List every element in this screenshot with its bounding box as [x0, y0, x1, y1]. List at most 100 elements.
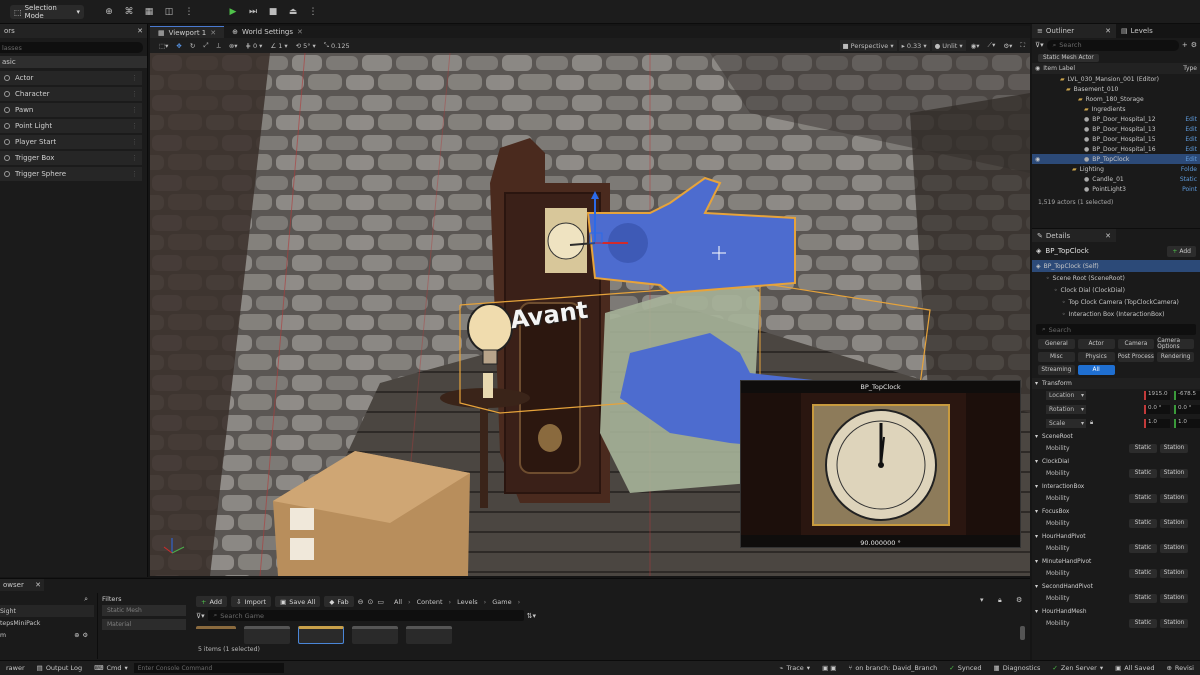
asset-tile[interactable] — [406, 626, 452, 644]
mobility-static-button[interactable]: Static — [1129, 593, 1157, 603]
class-item[interactable]: Pawn ⋮ — [0, 103, 142, 117]
sort-icon[interactable]: ⇅▾ — [527, 612, 536, 620]
class-item[interactable]: Trigger Box ⋮ — [0, 151, 142, 165]
filter-icon[interactable]: ⊽▾ — [1035, 41, 1044, 49]
add-filter-icon[interactable]: + — [1182, 41, 1188, 49]
category-button[interactable]: Camera — [1117, 339, 1155, 349]
step-icon[interactable]: ⏭ — [244, 5, 262, 19]
section-header[interactable]: ▾ InteractionBox — [1032, 481, 1200, 492]
world-local-icon[interactable]: ⊗▾ — [226, 40, 241, 51]
rotate-icon[interactable]: ↻ — [187, 40, 198, 51]
fab-button[interactable]: ◆ Fab — [324, 596, 354, 607]
location-field-y[interactable]: -678.5 — [1174, 390, 1200, 400]
play-icon[interactable]: ▶ — [224, 5, 242, 19]
outliner-row[interactable]: ▰ LVL_030_Mansion_001 (Editor) — [1032, 74, 1200, 84]
component-row[interactable]: ◦ Scene Root (SceneRoot) — [1032, 272, 1200, 284]
add-component-button[interactable]: + Add — [1167, 245, 1196, 257]
zen-server-button[interactable]: ✓ Zen Server ▾ — [1046, 664, 1109, 672]
drag-handle-icon[interactable]: ⋮ — [131, 122, 138, 130]
mobility-stationary-button[interactable]: Station — [1160, 443, 1188, 453]
breadcrumb-item[interactable]: Levels — [457, 598, 478, 606]
folder-icon[interactable]: ▭ — [377, 598, 384, 606]
category-button[interactable]: General — [1038, 339, 1075, 349]
close-icon[interactable]: ✕ — [137, 27, 143, 35]
scale-field-y[interactable]: 1.0 — [1174, 418, 1200, 428]
output-log-button[interactable]: ▤ Output Log — [31, 664, 88, 672]
close-icon[interactable]: ✕ — [297, 28, 303, 36]
drag-handle-icon[interactable]: ⋮ — [131, 106, 138, 114]
class-item[interactable]: Trigger Sphere ⋮ — [0, 167, 142, 181]
outliner-row[interactable]: ● BP_Door_Hospital_15 Edit — [1032, 134, 1200, 144]
asset-tile[interactable] — [352, 626, 398, 644]
section-header[interactable]: ▾ SecondHandPivot — [1032, 581, 1200, 592]
mobility-stationary-button[interactable]: Station — [1160, 518, 1188, 528]
show-flags-icon[interactable]: ◉▾ — [968, 40, 983, 51]
folder-tree-item[interactable]: Sight — [0, 605, 94, 617]
class-item[interactable]: Point Light ⋮ — [0, 119, 142, 133]
classes-search-input[interactable]: lasses — [0, 42, 143, 53]
import-button[interactable]: ⇩ Import — [231, 596, 272, 607]
settings-gear-icon[interactable]: ⚙ — [1016, 596, 1022, 604]
mobility-stationary-button[interactable]: Station — [1160, 468, 1188, 478]
lock-icon[interactable]: 🔒︎ — [1090, 419, 1093, 427]
asset-tile[interactable] — [196, 626, 236, 644]
outliner-row[interactable]: ● BP_Door_Hospital_12 Edit — [1032, 114, 1200, 124]
breadcrumb-item[interactable]: Content — [417, 598, 443, 606]
grid-snap-button[interactable]: ⋕ 0 ▾ — [243, 40, 266, 51]
category-button[interactable]: Streaming — [1038, 365, 1075, 375]
outliner-search-input[interactable]: ⌕ Search — [1046, 39, 1179, 51]
outliner-row[interactable]: ▰ Ingredients — [1032, 104, 1200, 114]
eject-icon[interactable]: ⏏ — [284, 5, 302, 19]
asset-tile[interactable] — [298, 626, 344, 644]
class-item[interactable]: Character ⋮ — [0, 87, 142, 101]
place-actors-tab[interactable]: ors ✕ — [0, 24, 147, 38]
source-control-branch[interactable]: ⑂ on branch: David_Branch — [842, 664, 943, 672]
location-field-x[interactable]: 1915.0 — [1144, 390, 1170, 400]
category-button[interactable]: Post Process — [1117, 352, 1155, 362]
component-row[interactable]: ◦ Clock Dial (ClockDial) — [1032, 284, 1200, 296]
mobility-static-button[interactable]: Static — [1129, 443, 1157, 453]
history-forward-icon[interactable]: ⊙ — [367, 598, 373, 606]
scale-field-x[interactable]: 1.0 — [1144, 418, 1170, 428]
visibility-eye-icon[interactable]: ◉ — [1035, 156, 1040, 163]
settings-gear-icon[interactable]: ⚙ — [1191, 41, 1197, 49]
category-header[interactable]: asic — [0, 56, 147, 68]
outliner-row[interactable]: ◉ ● BP_TopClock Edit — [1032, 154, 1200, 164]
close-icon[interactable]: ✕ — [1105, 27, 1111, 35]
mobility-static-button[interactable]: Static — [1129, 543, 1157, 553]
category-button[interactable]: Physics — [1077, 352, 1115, 362]
add-icon[interactable]: ⊕ — [74, 632, 79, 639]
close-icon[interactable]: ✕ — [1105, 232, 1111, 240]
outliner-row-type[interactable]: Edit — [1185, 126, 1197, 133]
more-icon[interactable]: ⋮ — [180, 5, 198, 19]
chevron-down-icon[interactable]: ▾ — [980, 596, 984, 604]
cinematics-icon[interactable]: ▦ — [140, 5, 158, 19]
scrollbar-thumb[interactable] — [1020, 626, 1025, 640]
tab-details[interactable]: ✎ Details ✕ — [1032, 229, 1116, 242]
location-dropdown[interactable]: Location ▾ — [1046, 390, 1086, 400]
history-back-icon[interactable]: ⊖ — [358, 598, 364, 606]
outliner-row[interactable]: ● Candle_01 Static — [1032, 174, 1200, 184]
tab-viewport-1[interactable]: ▦ Viewport 1 ✕ — [150, 26, 225, 38]
details-search-input[interactable]: ⌕ Search — [1036, 324, 1196, 335]
rotation-field-y[interactable]: 0.0 ° — [1174, 404, 1200, 414]
derived-data-icon[interactable]: ▣ ▣ — [816, 664, 842, 672]
tab-outliner[interactable]: ≡ Outliner ✕ — [1032, 24, 1116, 38]
level-viewport[interactable]: Avant BP_TopClock 90.000000 ° — [150, 53, 1030, 576]
component-row[interactable]: ◈ BP_TopClock (Self) — [1032, 260, 1200, 272]
sync-status[interactable]: ✓ Synced — [943, 664, 987, 672]
col-type[interactable]: Type — [1183, 65, 1197, 72]
settings-gear-icon[interactable]: ⚙▾ — [1000, 40, 1015, 51]
outliner-row[interactable]: ▰ Room_180_Storage — [1032, 94, 1200, 104]
tab-content-browser[interactable]: owser ✕ — [0, 579, 44, 591]
camera-speed-dropdown[interactable]: ▸ 0.33 ▾ — [898, 40, 930, 51]
rotation-field-x[interactable]: 0.0 ° — [1144, 404, 1170, 414]
play-options-icon[interactable]: ⋮ — [304, 5, 322, 19]
section-header[interactable]: ▾ HourHandMesh — [1032, 606, 1200, 617]
scale-snap-button[interactable]: ⤡ 0.125 — [321, 40, 353, 51]
selection-mode-dropdown[interactable]: ⬚ Selection Mode ▾ — [10, 4, 84, 20]
section-header[interactable]: ▾ SceneRoot — [1032, 431, 1200, 442]
section-header[interactable]: ▾ FocusBox — [1032, 506, 1200, 517]
mobility-static-button[interactable]: Static — [1129, 493, 1157, 503]
settings-gear-icon[interactable]: ⚙ — [82, 632, 88, 639]
